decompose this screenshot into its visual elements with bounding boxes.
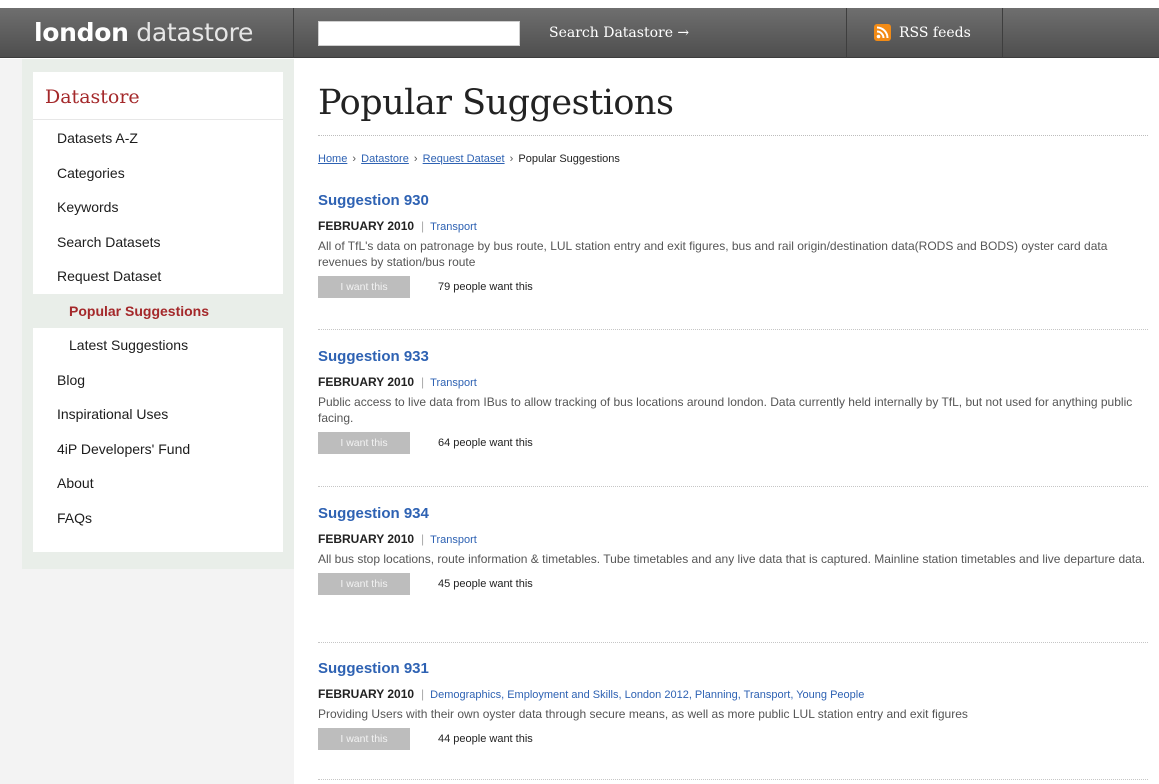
sidebar-item-keywords[interactable]: Keywords	[33, 190, 283, 225]
header-divider-right	[1002, 8, 1003, 58]
suggestion-title[interactable]: Suggestion 931	[318, 660, 1148, 677]
category-link[interactable]: Transport	[430, 534, 477, 546]
want-count: 64 people want this	[438, 437, 533, 449]
title-divider	[318, 135, 1148, 136]
sidebar-nav: Datasets A-Z Categories Keywords Search …	[33, 121, 283, 535]
category-link[interactable]: Transport	[430, 377, 477, 389]
breadcrumb-separator: ›	[352, 153, 357, 165]
suggestion-item: Suggestion 930 FEBRUARY 2010 | Transport A…	[318, 192, 1148, 298]
rss-icon	[874, 23, 891, 41]
breadcrumb-request-dataset[interactable]: Request Dataset	[423, 153, 505, 165]
want-row: I want this 44 people want this	[318, 728, 1148, 750]
meta-separator: |	[421, 532, 425, 546]
rss-feeds-link[interactable]: RSS feeds	[874, 8, 971, 58]
suggestion-date: FEBRUARY 2010	[318, 532, 415, 546]
suggestion-divider	[318, 642, 1148, 643]
category-link[interactable]: Demographics, Employment and Skills, Lon…	[430, 689, 864, 701]
suggestion-date: FEBRUARY 2010	[318, 375, 415, 389]
breadcrumb-separator: ›	[509, 153, 514, 165]
sidebar-item-categories[interactable]: Categories	[33, 156, 283, 191]
suggestion-item: Suggestion 933 FEBRUARY 2010 | Transport P…	[318, 348, 1148, 454]
want-row: I want this 64 people want this	[318, 432, 1148, 454]
suggestion-description: Public access to live data from IBus to …	[318, 395, 1133, 425]
brand-bold: london	[34, 18, 129, 47]
suggestion-description: All of TfL's data on patronage by bus ro…	[318, 239, 1108, 269]
page-title: Popular Suggestions	[318, 83, 674, 123]
suggestion-description: Providing Users with their own oyster da…	[318, 707, 968, 721]
site-logo[interactable]: london datastore	[0, 8, 294, 58]
suggestion-date: FEBRUARY 2010	[318, 687, 415, 701]
breadcrumb-current: Popular Suggestions	[518, 153, 620, 165]
sidebar-title[interactable]: Datastore	[33, 72, 283, 120]
breadcrumb-separator: ›	[413, 153, 418, 165]
breadcrumb-datastore[interactable]: Datastore	[361, 153, 409, 165]
want-row: I want this 79 people want this	[318, 276, 1148, 298]
breadcrumb-home[interactable]: Home	[318, 153, 347, 165]
suggestion-item: Suggestion 934 FEBRUARY 2010 | Transport A…	[318, 505, 1148, 595]
i-want-this-button[interactable]: I want this	[318, 573, 410, 595]
rss-label: RSS feeds	[899, 25, 971, 41]
i-want-this-button[interactable]: I want this	[318, 432, 410, 454]
suggestion-meta: FEBRUARY 2010 | Demographics, Employment a…	[318, 687, 1148, 701]
want-count: 44 people want this	[438, 733, 533, 745]
want-row: I want this 45 people want this	[318, 573, 1148, 595]
sidebar-item-developers-fund[interactable]: 4iP Developers' Fund	[33, 432, 283, 467]
want-count: 45 people want this	[438, 578, 533, 590]
suggestion-meta: FEBRUARY 2010 | Transport	[318, 532, 1148, 546]
i-want-this-button[interactable]: I want this	[318, 728, 410, 750]
search-datastore-button[interactable]: Search Datastore →	[549, 8, 689, 58]
suggestion-meta: FEBRUARY 2010 | Transport	[318, 219, 1148, 233]
breadcrumb: Home › Datastore › Request Dataset › Pop…	[318, 153, 620, 165]
sidebar-item-popular-suggestions[interactable]: Popular Suggestions	[33, 293, 283, 328]
meta-separator: |	[421, 687, 425, 701]
want-count: 79 people want this	[438, 281, 533, 293]
suggestion-description: All bus stop locations, route informatio…	[318, 552, 1146, 566]
suggestion-date: FEBRUARY 2010	[318, 219, 415, 233]
sidebar-item-latest-suggestions[interactable]: Latest Suggestions	[33, 328, 283, 363]
sidebar-item-datasets-a-z[interactable]: Datasets A-Z	[33, 121, 283, 156]
sidebar-item-about[interactable]: About	[33, 466, 283, 501]
meta-separator: |	[421, 375, 425, 389]
suggestion-title[interactable]: Suggestion 933	[318, 348, 1148, 365]
sidebar-item-inspirational-uses[interactable]: Inspirational Uses	[33, 397, 283, 432]
suggestion-divider	[318, 779, 1148, 780]
suggestion-meta: FEBRUARY 2010 | Transport	[318, 375, 1148, 389]
suggestion-divider	[318, 329, 1148, 330]
meta-separator: |	[421, 219, 425, 233]
sidebar-item-faqs[interactable]: FAQs	[33, 501, 283, 536]
brand-light: datastore	[136, 18, 254, 47]
category-link[interactable]: Transport	[430, 221, 477, 233]
header-divider	[846, 8, 847, 58]
search-input[interactable]	[318, 21, 520, 46]
suggestion-item: Suggestion 931 FEBRUARY 2010 | Demographic…	[318, 660, 1148, 750]
i-want-this-button[interactable]: I want this	[318, 276, 410, 298]
top-header: london datastore Search Datastore → RSS …	[0, 8, 1159, 58]
sidebar-item-blog[interactable]: Blog	[33, 363, 283, 398]
sidebar-item-request-dataset[interactable]: Request Dataset	[33, 259, 283, 294]
sidebar-item-search-datasets[interactable]: Search Datasets	[33, 225, 283, 260]
suggestion-title[interactable]: Suggestion 934	[318, 505, 1148, 522]
suggestion-title[interactable]: Suggestion 930	[318, 192, 1148, 209]
suggestion-divider	[318, 486, 1148, 487]
